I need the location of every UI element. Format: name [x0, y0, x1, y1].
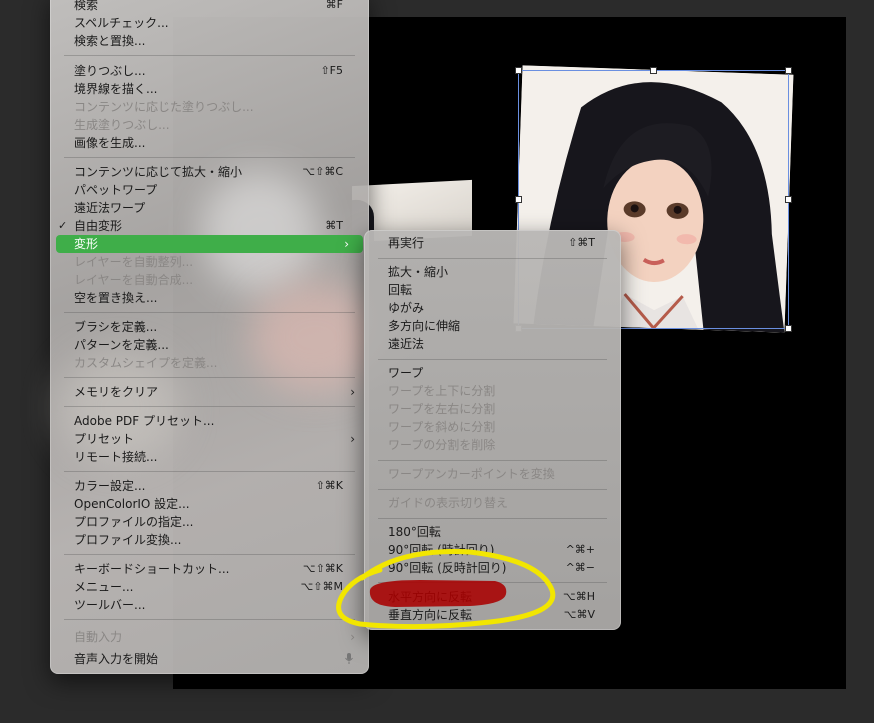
transform-handle[interactable] [785, 196, 792, 203]
submenu-item-scale[interactable]: 拡大・縮小 [364, 263, 621, 281]
menu-separator [64, 406, 355, 407]
transform-handle[interactable] [515, 67, 522, 74]
menu-item-spellcheck[interactable]: スペルチェック... [50, 14, 369, 32]
menu-item-find-replace[interactable]: 検索と置換... [50, 32, 369, 50]
transform-submenu: 再実行 ⇧⌘T 拡大・縮小 回転 ゆがみ 多方向に伸縮 遠近法 ワープ ワープを上… [364, 230, 621, 630]
menu-item-convert-profile[interactable]: プロファイル変換... [50, 531, 369, 549]
menu-separator [64, 471, 355, 472]
menu-item-assign-profile[interactable]: プロファイルの指定... [50, 513, 369, 531]
submenu-item-flip-vertical[interactable]: 垂直方向に反転 ⌥⌘V [364, 606, 621, 624]
menu-item-stroke[interactable]: 境界線を描く... [50, 80, 369, 98]
submenu-item-split-warp-vertical: ワープを左右に分割 [388, 402, 496, 416]
chevron-right-icon: › [350, 385, 355, 399]
menu-item-find[interactable]: 検索 ⌘F [50, 0, 369, 14]
menu-item-menus[interactable]: メニュー... ⌥⇧⌘M [50, 578, 369, 596]
submenu-item-rotate-90-ccw[interactable]: 90°回転 (反時計回り) ^⌘− [364, 559, 621, 577]
transform-handle[interactable] [785, 325, 792, 332]
submenu-item-remove-warp-split: ワープの分割を削除 [388, 438, 496, 452]
menu-item-fill[interactable]: 塗りつぶし... ⇧F5 [50, 62, 369, 80]
menu-separator [378, 489, 607, 490]
submenu-item-toggle-guides: ガイドの表示切り替え [388, 496, 509, 510]
submenu-item-warp[interactable]: ワープ [364, 364, 621, 382]
menu-item-pdf-presets[interactable]: Adobe PDF プリセット... [50, 412, 369, 430]
menu-item-perspective-warp[interactable]: 遠近法ワープ [50, 199, 369, 217]
menu-separator [64, 157, 355, 158]
menu-item-define-brush[interactable]: ブラシを定義... [50, 318, 369, 336]
menu-separator [64, 377, 355, 378]
menu-separator [378, 359, 607, 360]
menu-item-puppet-warp[interactable]: パペットワープ [50, 181, 369, 199]
submenu-item-again[interactable]: 再実行 ⇧⌘T [364, 234, 621, 252]
submenu-item-flip-horizontal[interactable]: 水平方向に反転 ⌥⌘H [364, 588, 621, 606]
transform-handle[interactable] [650, 67, 657, 74]
menu-separator [378, 582, 607, 583]
menu-item-define-custom-shape: カスタムシェイプを定義... [74, 356, 218, 370]
menu-item-ocio-settings[interactable]: OpenColorIO 設定... [50, 495, 369, 513]
submenu-item-rotate[interactable]: 回転 [364, 281, 621, 299]
menu-item-free-transform[interactable]: ✓ 自由変形 ⌘T [50, 217, 369, 235]
submenu-item-perspective[interactable]: 遠近法 [364, 335, 621, 353]
submenu-item-skew[interactable]: ゆがみ [364, 299, 621, 317]
menu-item-purge[interactable]: メモリをクリア › [50, 383, 369, 401]
menu-item-generate-image[interactable]: 画像を生成... [50, 134, 369, 152]
menu-separator [64, 312, 355, 313]
submenu-item-rotate-180[interactable]: 180°回転 [364, 523, 621, 541]
menu-item-auto-blend-layers: レイヤーを自動合成... [74, 273, 194, 287]
menu-item-content-aware-fill: コンテンツに応じた塗りつぶし... [74, 100, 254, 114]
checkmark-icon: ✓ [58, 219, 68, 232]
edit-menu: 検索 ⌘F スペルチェック... 検索と置換... 塗りつぶし... ⇧F5 境界線… [50, 0, 380, 674]
menu-item-presets[interactable]: プリセット › [50, 430, 369, 448]
menu-item-define-pattern[interactable]: パターンを定義... [50, 336, 369, 354]
menu-separator [378, 518, 607, 519]
submenu-item-rotate-90-cw[interactable]: 90°回転 (時計回り) ^⌘+ [364, 541, 621, 559]
chevron-right-icon: › [344, 237, 349, 251]
transform-handle[interactable] [785, 67, 792, 74]
menu-item-keyboard-shortcuts[interactable]: キーボードショートカット... ⌥⇧⌘K [50, 560, 369, 578]
menu-separator [378, 258, 607, 259]
chevron-right-icon: › [350, 432, 355, 446]
transform-handle[interactable] [515, 196, 522, 203]
menu-item-transform[interactable]: 変形 › [56, 235, 363, 253]
submenu-item-convert-warp-anchor: ワープアンカーポイントを変換 [388, 467, 555, 481]
microphone-icon [345, 653, 353, 664]
menu-item-sky-replacement[interactable]: 空を置き換え... [50, 289, 369, 307]
menu-item-generative-fill: 生成塗りつぶし... [74, 118, 170, 132]
submenu-item-split-warp-horizontal: ワープを上下に分割 [388, 384, 496, 398]
submenu-item-split-warp-crosswise: ワープを斜めに分割 [388, 420, 496, 434]
menu-item-start-dictation[interactable]: 音声入力を開始 [50, 650, 369, 668]
menu-separator [64, 619, 355, 620]
menu-item-autofill: 自動入力 › [74, 630, 355, 644]
menu-separator [64, 55, 355, 56]
chevron-right-icon: › [350, 630, 355, 644]
menu-separator [64, 554, 355, 555]
menu-item-toolbar[interactable]: ツールバー... [50, 596, 369, 614]
menu-separator [378, 460, 607, 461]
submenu-item-distort[interactable]: 多方向に伸縮 [364, 317, 621, 335]
menu-item-auto-align-layers: レイヤーを自動整列... [74, 255, 194, 269]
menu-item-color-settings[interactable]: カラー設定... ⇧⌘K [50, 477, 369, 495]
menu-item-remote-connections[interactable]: リモート接続... [50, 448, 369, 466]
menu-item-content-aware-scale[interactable]: コンテンツに応じて拡大・縮小 ⌥⇧⌘C [50, 163, 369, 181]
